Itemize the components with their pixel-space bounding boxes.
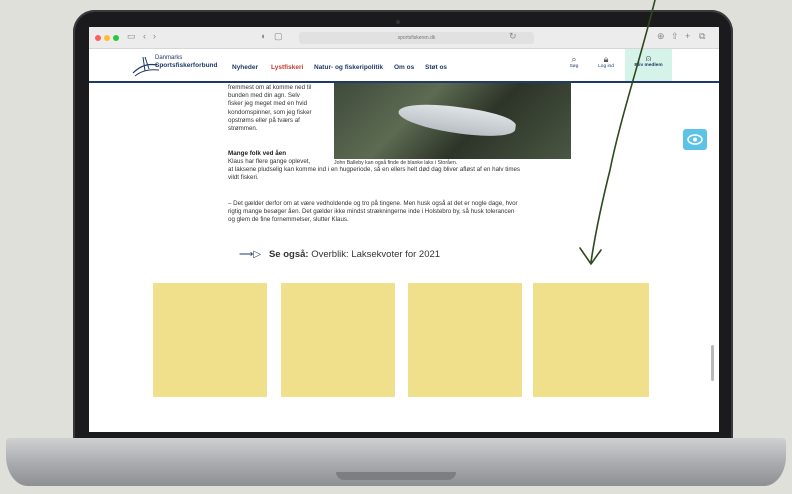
url-bar[interactable]: sportsfiskeren.dk: [299, 32, 534, 44]
search-label: Søg: [569, 64, 579, 69]
nav-natur-og-fiskeripolitik[interactable]: Natur- og fiskeripolitik: [314, 64, 383, 71]
body-paragraph-1: Klaus har flere gange oplevet, at laksen…: [228, 158, 521, 182]
sidebar-icon[interactable]: ▭: [127, 31, 136, 42]
article-photo: [334, 83, 571, 159]
reload-icon[interactable]: ↻: [509, 31, 517, 42]
search-button[interactable]: ⌕ Søg: [567, 54, 581, 69]
brand-name-line2[interactable]: Sportsfiskerforbund: [155, 62, 217, 69]
download-icon[interactable]: ⊕: [657, 31, 665, 42]
related-tile-1[interactable]: [153, 283, 267, 397]
login-button[interactable]: 🔒︎ Log ind: [596, 54, 616, 69]
zoom-window-button[interactable]: [113, 35, 119, 41]
member-label: Bliv medlem: [634, 63, 663, 68]
nav-lystfiskeri[interactable]: Lystfiskeri: [271, 64, 303, 71]
nav-nyheder[interactable]: Nyheder: [232, 64, 258, 71]
nav-om-os[interactable]: Om os: [394, 64, 414, 71]
tab-overview-icon[interactable]: ▢: [274, 31, 283, 42]
become-member-button[interactable]: ⍝ Bliv medlem: [625, 49, 672, 81]
eye-icon: [687, 134, 703, 145]
site-header: Danmarks Sportsfiskerforbund Nyheder Lys…: [89, 49, 719, 83]
laptop-notch: [336, 472, 456, 480]
screen: ▭ ‹ › ◐ ▢ sportsfiskeren.dk ↻ ⊕ ⇧ + ⧉ Da…: [89, 27, 719, 432]
login-label: Log ind: [598, 64, 614, 69]
close-window-button[interactable]: [95, 35, 101, 41]
see-also-link[interactable]: ⟶▷ Se også: Overblik: Laksekvoter for 20…: [239, 249, 440, 260]
accessibility-button[interactable]: [683, 129, 707, 150]
shield-icon[interactable]: ◐: [261, 31, 266, 41]
laptop-camera: [396, 20, 400, 24]
subheading: Mange folk ved åen: [228, 150, 287, 157]
see-also-prefix: Se også:: [268, 249, 309, 260]
related-tile-4[interactable]: [533, 283, 649, 397]
brand-name-line1[interactable]: Danmarks: [155, 55, 182, 61]
related-tile-3[interactable]: [408, 283, 522, 397]
user-plus-icon: ⍝: [645, 53, 652, 63]
nav-stoet-os[interactable]: Støt os: [425, 64, 447, 71]
share-icon[interactable]: ⇧: [671, 31, 679, 42]
intro-paragraph: fremmest om at komme ned til bunden med …: [228, 84, 312, 133]
new-tab-icon[interactable]: +: [685, 31, 690, 41]
forward-icon[interactable]: ›: [153, 31, 156, 41]
arrow-right-icon: ⟶▷: [239, 249, 262, 260]
search-icon: ⌕: [571, 54, 577, 64]
minimize-window-button[interactable]: [104, 35, 110, 41]
back-icon[interactable]: ‹: [143, 31, 146, 41]
see-also-text: Overblik: Laksekvoter for 2021: [311, 249, 441, 260]
related-tile-2[interactable]: [281, 283, 395, 397]
lock-icon: 🔒︎: [603, 54, 609, 64]
browser-toolbar: ▭ ‹ › ◐ ▢ sportsfiskeren.dk ↻ ⊕ ⇧ + ⧉: [89, 27, 719, 49]
body-paragraph-2: – Det gælder derfor om at være vedholden…: [228, 200, 518, 224]
tabs-icon[interactable]: ⧉: [699, 31, 705, 42]
salmon-image: [396, 98, 518, 142]
scrollbar-thumb[interactable]: [711, 345, 714, 381]
